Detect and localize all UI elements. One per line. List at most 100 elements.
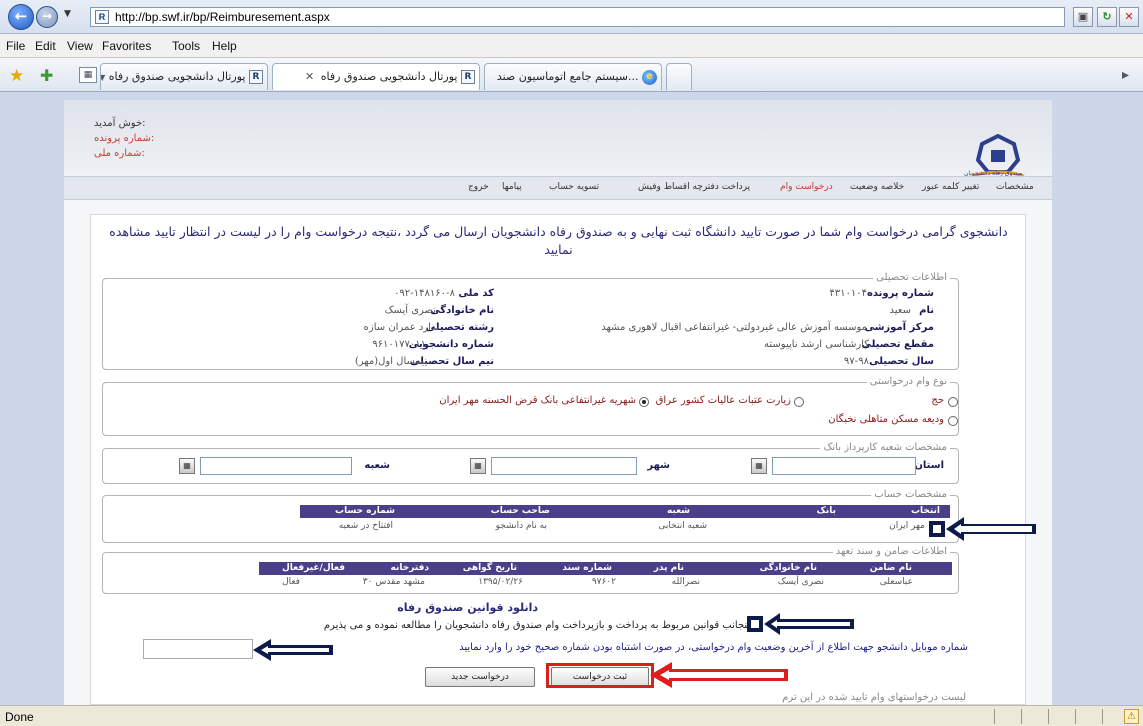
page-menu-icon[interactable]: ▸ (1122, 67, 1129, 83)
guarantor-col-doc-number: شماره سند (562, 563, 612, 573)
guarantor-legend: اطلاعات ضامن و سند تعهد (832, 546, 950, 557)
tab-title: پورتال دانشجویی صندوق رفاه (320, 70, 458, 83)
major-value: ندارد عمران سازه (363, 322, 439, 333)
nav-profile[interactable]: مشخصات (996, 182, 1034, 192)
radio-pilgrimage[interactable] (794, 397, 804, 407)
institution-label: مرکز آموزشی (864, 322, 934, 333)
last-name-label: نام خانوادگی (430, 305, 494, 316)
guarantor-col-notary: دفترخانه (390, 563, 430, 573)
address-input[interactable]: R http://bp.swf.ir/bp/Reimburesement.asp… (90, 7, 1065, 27)
institution-value: موسسه آموزش عالی غیردولتی- غیرانتفاعی اق… (601, 322, 867, 333)
tab-site-icon: R (461, 70, 475, 84)
mobile-instruction: شماره موبایل دانشجو جهت اطلاع از آخرین و… (459, 642, 968, 653)
close-tab-icon[interactable]: ✕ (305, 70, 314, 83)
status-divider (1021, 709, 1022, 724)
guarantor-col-lastname: نام خانوادگی (759, 563, 817, 573)
nav-summary[interactable]: خلاصه وضعیت (850, 182, 904, 192)
agree-text: اینجانب قوانین مربوط به پرداخت و بازپردا… (323, 620, 753, 631)
national-code-label: کد ملی (458, 288, 494, 299)
guarantor-col-status: فعال/غیرفعال (281, 563, 345, 573)
menu-file[interactable]: File (6, 39, 25, 53)
first-name-label: نام (919, 305, 934, 316)
menu-favorites[interactable]: Favorites (102, 39, 151, 53)
account-col-number: شماره حساب (335, 506, 395, 516)
agreement-arrow-icon (747, 613, 854, 635)
last-name-value: نصری آیسک (384, 305, 436, 316)
radio-housing[interactable] (948, 416, 958, 426)
history-dropdown-icon[interactable]: ▼ (64, 9, 71, 19)
guarantor-col-cert-date: تاریخ گواهی (462, 563, 517, 573)
nav-logout[interactable]: خروج (468, 182, 489, 192)
national-id-label: شماره ملی: (94, 148, 145, 159)
address-toolbar: ← → ▼ R http://bp.swf.ir/bp/Reimbureseme… (0, 0, 1143, 34)
branch-input[interactable] (200, 457, 352, 475)
province-picker-icon[interactable]: ▦ (751, 458, 767, 474)
branch-label: شعبه (364, 460, 390, 471)
back-icon[interactable]: ← (8, 4, 34, 30)
city-picker-icon[interactable]: ▦ (470, 458, 486, 474)
refresh-icon[interactable]: ↻ (1097, 7, 1117, 27)
menu-tools[interactable]: Tools (172, 39, 200, 53)
account-col-owner: صاحب حساب (490, 506, 550, 516)
radio-hajj-label: حج (931, 395, 944, 406)
account-grid-header: انتخاب بانک شعبه صاحب حساب شماره حساب (300, 505, 950, 518)
guarantor-grid-header: نام ضامن نام خانوادگی نام پدر شماره سند … (259, 562, 952, 575)
status-divider (1048, 709, 1049, 724)
city-input[interactable] (491, 457, 637, 475)
province-input[interactable] (772, 457, 916, 475)
status-bar: Done ⚠ (0, 705, 1143, 726)
mobile-input[interactable] (143, 639, 253, 659)
nav-installments[interactable]: پرداخت دفترچه اقساط وفیش (638, 182, 750, 192)
tab-bar: ★ ✚ ▦ R پورتال دانشجویی صندوق رفاه ▼ R پ… (0, 58, 1143, 92)
tab-portal-1[interactable]: R پورتال دانشجویی صندوق رفاه ▼ (100, 63, 268, 90)
province-label: استان (914, 460, 944, 471)
account-legend: مشخصات حساب (871, 489, 950, 500)
guarantor-cell-notary: مشهد مقدس ۳۰ (362, 577, 425, 587)
semester-value: نیمسال اول(مهر) (354, 356, 427, 367)
branch-picker-icon[interactable]: ▦ (179, 458, 195, 474)
account-cell-number: افتتاح در شعبه (338, 521, 393, 531)
tab-automation[interactable]: e ...سیستم جامع اتوماسیون صند (484, 63, 662, 90)
favorites-star-icon[interactable]: ★ (9, 66, 24, 86)
tab-portal-2[interactable]: R پورتال دانشجویی صندوق رفاه ✕ (272, 63, 480, 90)
national-code-value: ۰۹۲-۱۴۸۱۶۰-۸ (394, 288, 455, 299)
nav-settlement[interactable]: تسویه حساب (549, 182, 599, 192)
forward-icon[interactable]: → (36, 6, 58, 28)
radio-housing-label: ودیعه مسکن متاهلی نخبگان (828, 414, 944, 425)
guarantor-cell-cert-date: ۱۳۹۵/۰۲/۲۶ (478, 577, 523, 587)
radio-hajj[interactable] (948, 397, 958, 407)
nav-messages[interactable]: پیامها (502, 182, 522, 192)
account-col-bank: بانک (816, 506, 836, 516)
approved-loans-title: لیست درخواستهای وام تایید شده در این ترم (782, 692, 966, 703)
student-number-value: ۹۶۱۰۱۷۷۰۱۱ (372, 339, 426, 350)
status-divider (1075, 709, 1076, 724)
mobile-arrow-icon (253, 639, 333, 661)
download-rules-link[interactable]: دانلود قوانین صندوق رفاه (397, 601, 538, 614)
menu-help[interactable]: Help (212, 39, 237, 53)
account-arrow-icon (929, 517, 1036, 541)
guarantor-col-father: نام پدر (653, 563, 684, 573)
quick-tabs-icon[interactable]: ▦ (79, 67, 97, 83)
guarantor-cell-name: عباسعلی (879, 577, 913, 587)
tab-title: ...سیستم جامع اتوماسیون صند (496, 70, 639, 83)
radio-tuition[interactable] (639, 397, 649, 407)
branch-legend: مشخصات شعبه کارپرداز بانک (820, 442, 950, 453)
nav-loan-request[interactable]: درخواست وام (780, 182, 833, 192)
academic-year-label: سال تحصیلی (869, 356, 934, 367)
degree-label: مقطع تحصیلی (861, 339, 934, 350)
file-number-label: شماره پرونده: (94, 133, 155, 144)
welcome-label: خوش آمدید: (94, 118, 146, 129)
add-favorites-icon[interactable]: ✚ (40, 66, 53, 85)
stop-icon[interactable]: ✕ (1119, 7, 1139, 27)
degree-value: کارشناسی ارشد ناپیوسته (764, 339, 869, 350)
menu-view[interactable]: View (67, 39, 93, 53)
menu-edit[interactable]: Edit (35, 39, 56, 53)
status-text: Done (5, 710, 34, 724)
menu-bar: File Edit View Favorites Tools Help (0, 34, 1143, 58)
nav-change-password[interactable]: تغییر کلمه عبور (922, 182, 979, 192)
compat-icon[interactable]: ▣ (1073, 7, 1093, 27)
tab-dropdown-icon[interactable]: ▼ (101, 73, 105, 82)
radio-tuition-label: شهریه غیرانتفاعی بانک قرض الحسنه مهر ایر… (439, 395, 636, 406)
new-request-button[interactable]: درخواست جدید (425, 667, 535, 687)
new-tab[interactable] (666, 63, 692, 90)
